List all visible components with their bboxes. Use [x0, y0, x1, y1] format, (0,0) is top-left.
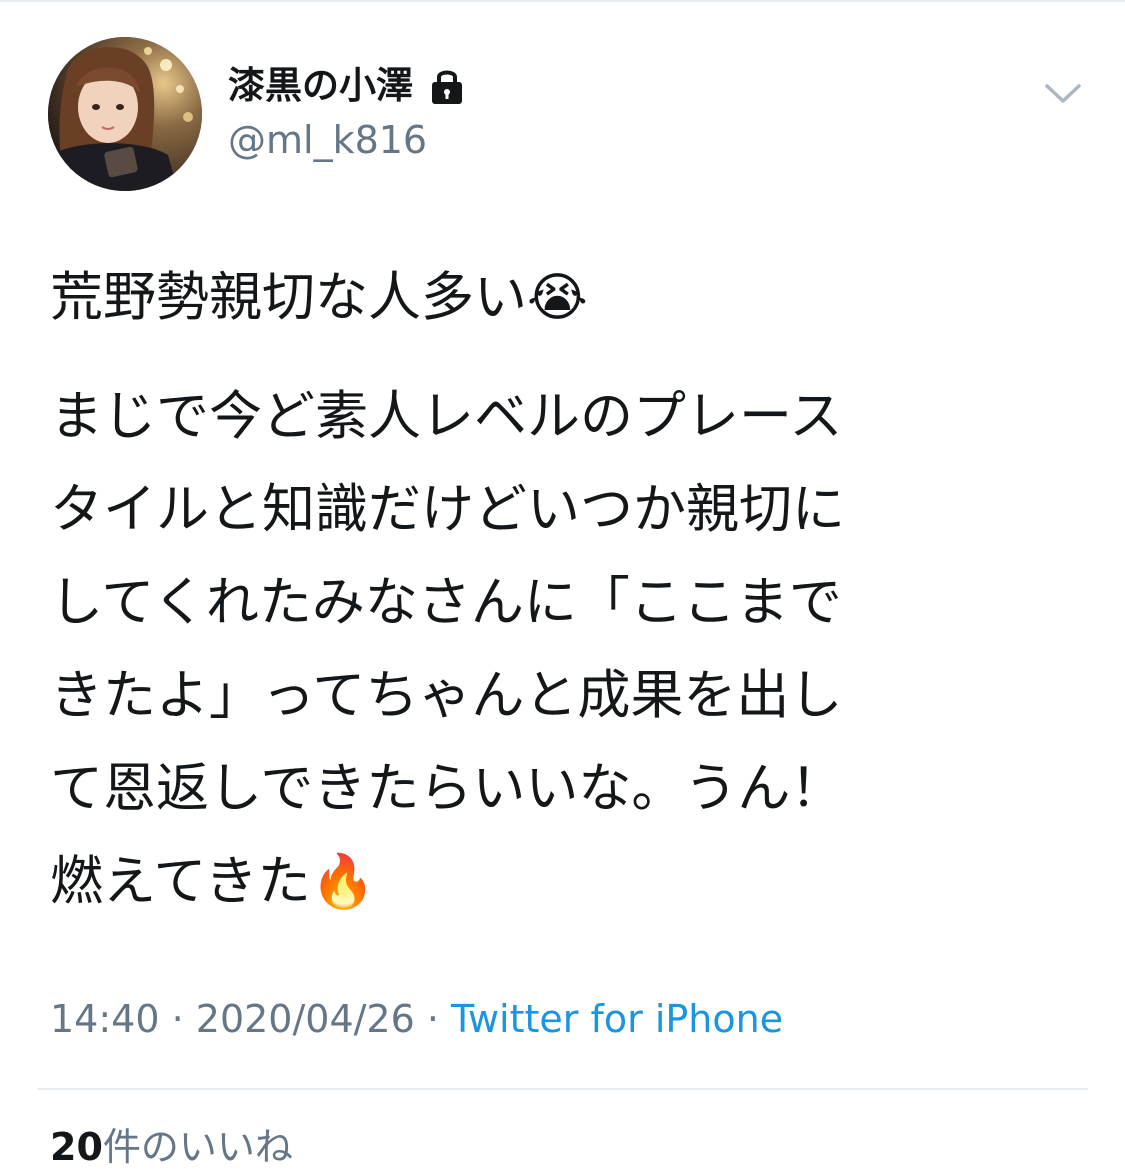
lock-icon [427, 65, 467, 107]
divider [38, 1088, 1088, 1090]
likes-label: 件のいいね [102, 1125, 293, 1169]
tweet-text-last: 燃えてきた [50, 851, 311, 912]
tweet-meta: 14:40 · 2020/04/26 · Twitter for iPhone [50, 996, 783, 1042]
display-name: 漆黒の小澤 [228, 64, 413, 107]
tweet-text-line: してくれたみなさんに「ここまで [50, 572, 842, 633]
tweet-paragraph: まじで今ど素人レベルのプレース タイルと知識だけどいつか親切に してくれたみなさ… [50, 370, 1055, 929]
display-name-row[interactable]: 漆黒の小澤 [228, 62, 467, 110]
tweet-text-line1: 荒野勢親切な人多い [50, 267, 527, 328]
fire-emoji: 🔥 [310, 852, 376, 912]
avatar[interactable] [48, 37, 202, 191]
tweet-text-line: きたよ」ってちゃんと成果を出し [50, 665, 843, 726]
meta-separator: · [159, 997, 196, 1041]
tweet-source-link[interactable]: Twitter for iPhone [451, 997, 783, 1041]
top-divider [0, 0, 1125, 2]
tweet-line: 荒野勢親切な人多い😭 [50, 256, 1055, 340]
chevron-down-icon[interactable] [1038, 72, 1088, 114]
tweet-time[interactable]: 14:40 [50, 997, 160, 1041]
user-handle[interactable]: @ml_k816 [228, 116, 427, 164]
tweet-text-line: て恩返しできたらいいな。うん！ [50, 758, 844, 819]
likes-count-link[interactable]: 20件のいいね [50, 1124, 293, 1170]
tweet-date[interactable]: 2020/04/26 [196, 997, 415, 1041]
likes-count: 20 [50, 1125, 103, 1169]
tweet-text-line: タイルと知識だけどいつか親切に [50, 479, 845, 540]
crying-face-emoji: 😭 [527, 268, 588, 328]
tweet-text-line: まじで今ど素人レベルのプレース [50, 386, 843, 447]
tweet-text: 荒野勢親切な人多い😭 まじで今ど素人レベルのプレース タイルと知識だけどいつか親… [50, 256, 1055, 929]
profile-photo [48, 37, 202, 191]
meta-separator: · [414, 997, 452, 1041]
tweet-text-line-last: 燃えてきた🔥 [50, 835, 1055, 929]
